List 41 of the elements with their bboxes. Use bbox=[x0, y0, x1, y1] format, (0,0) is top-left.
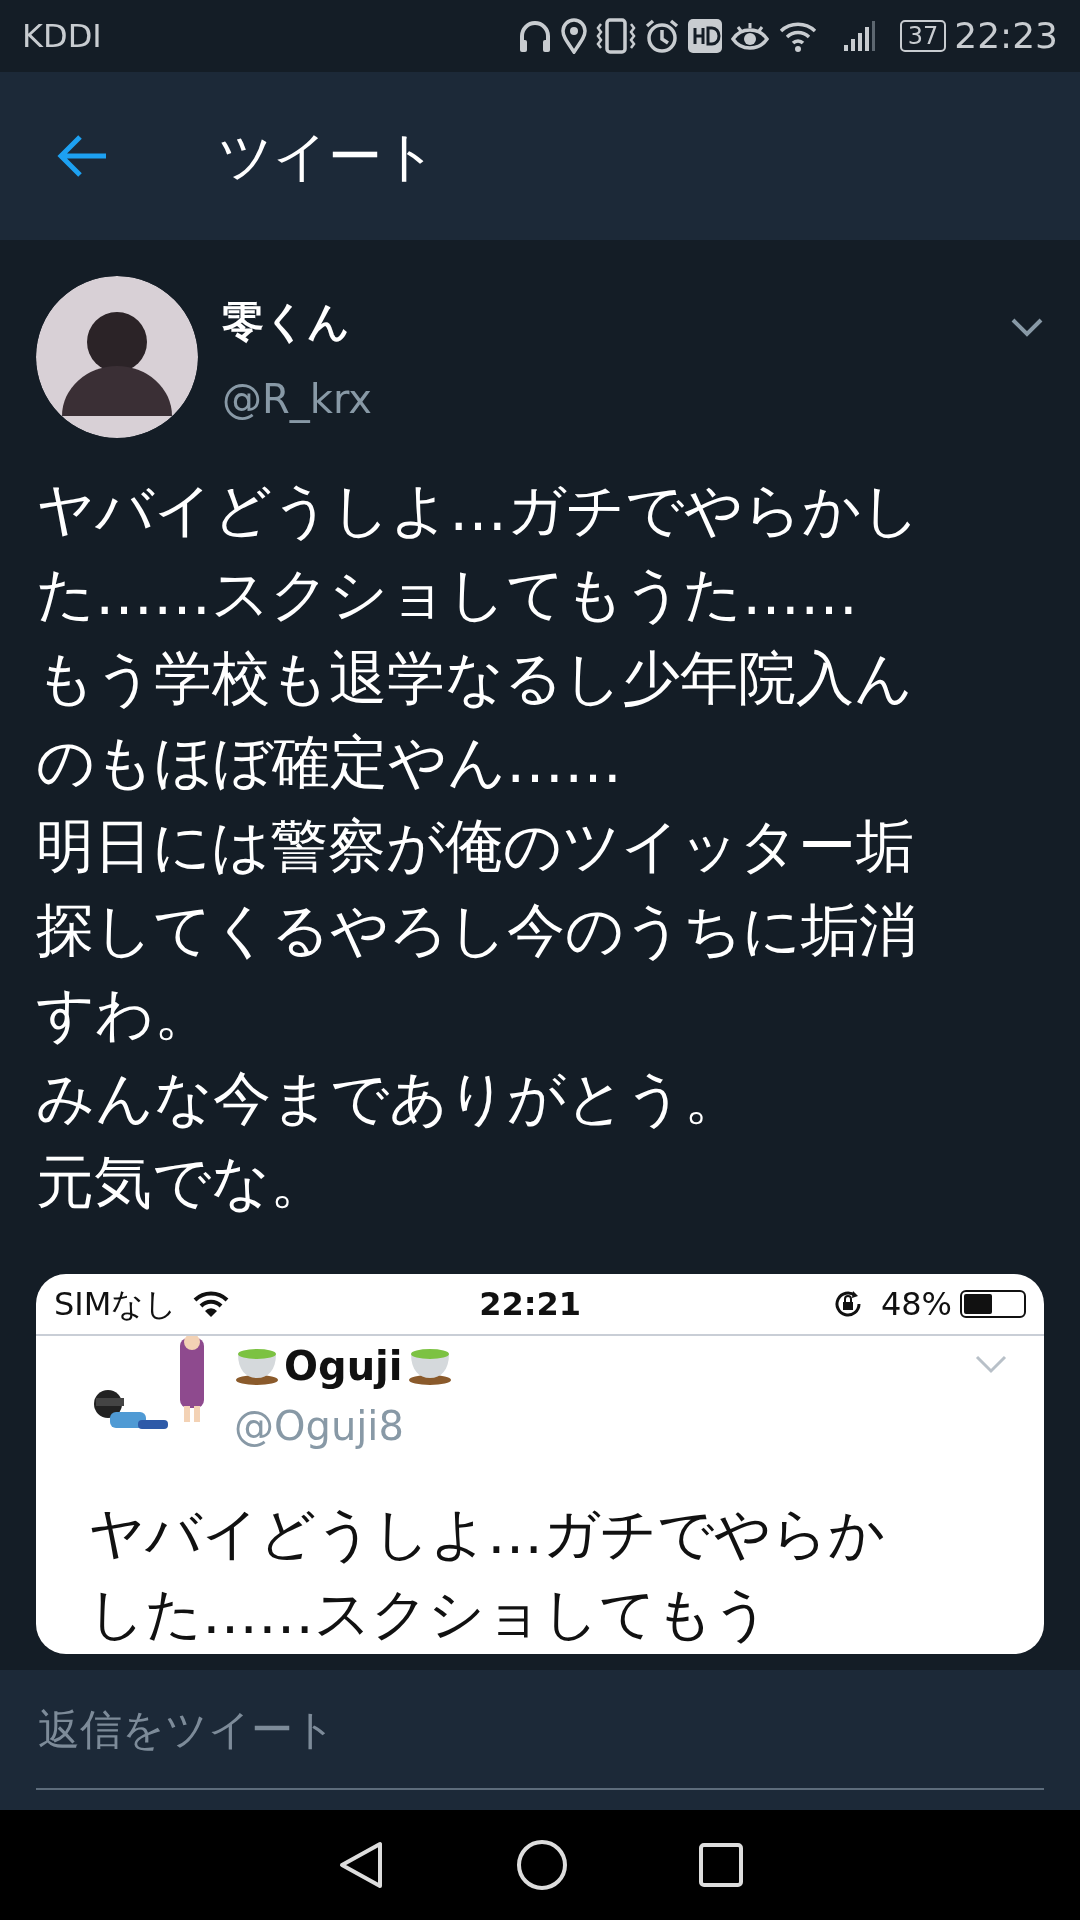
signal-icon bbox=[841, 19, 876, 53]
tweet-text-line: た……スクショしてもうた…… bbox=[36, 559, 859, 630]
location-icon bbox=[559, 18, 588, 54]
headphones-icon bbox=[517, 18, 552, 54]
carrier-name: KDDI bbox=[22, 16, 102, 57]
chevron-down-icon[interactable] bbox=[1010, 316, 1044, 338]
tea-bowl-icon bbox=[234, 1346, 280, 1386]
wifi-icon bbox=[193, 1290, 230, 1318]
battery-indicator: 37 bbox=[899, 20, 947, 52]
vibrate-icon bbox=[595, 18, 636, 54]
tweet-text-line: した……スクショしてもう bbox=[88, 1580, 771, 1648]
back-arrow-icon[interactable] bbox=[56, 134, 108, 178]
home-icon[interactable] bbox=[516, 1839, 568, 1891]
clock-time: 22:21 bbox=[479, 1284, 582, 1325]
tweet-text-line: 明日には警察が俺のツイッター垢 bbox=[36, 811, 915, 882]
reply-field[interactable]: 返信をツイート bbox=[36, 1670, 1044, 1790]
alarm-icon bbox=[643, 18, 680, 54]
reply-bar[interactable]: 返信をツイート bbox=[0, 1670, 1080, 1810]
battery-icon bbox=[960, 1290, 1026, 1318]
screen-title: ツイート bbox=[218, 123, 437, 190]
clock-time: 22:23 bbox=[954, 14, 1058, 58]
tea-bowl-icon bbox=[406, 1346, 453, 1386]
tweet-text-line: ヤバイどうしよ…ガチでやらか bbox=[88, 1500, 886, 1568]
tweet-text-line: のもほぼ確定やん…… bbox=[36, 727, 623, 798]
display-name: Oguji bbox=[284, 1342, 403, 1391]
carrier-name: SIMなし bbox=[54, 1284, 178, 1325]
user-handle: @R_krx bbox=[222, 375, 373, 425]
tweet-text-line: すわ。 bbox=[36, 979, 213, 1050]
battery-percent: 48% bbox=[880, 1284, 952, 1325]
hd-icon bbox=[687, 19, 722, 53]
chevron-down-icon bbox=[974, 1354, 1008, 1374]
recent-apps-icon[interactable] bbox=[698, 1842, 744, 1888]
user-avatar[interactable] bbox=[36, 276, 198, 438]
user-handle: @Oguji8 bbox=[234, 1402, 405, 1451]
tweet-text-line: もう学校も退学なるし少年院入ん bbox=[36, 643, 914, 714]
tweet-text-line: みんな今までありがとう。 bbox=[36, 1063, 743, 1134]
tweet-text-line: 元気でな。 bbox=[36, 1147, 329, 1218]
tweet-text-line: ヤバイどうしよ…ガチでやらかし bbox=[36, 475, 921, 546]
attached-screenshot[interactable]: SIMなし 22:21 48% Oguji @Oguji8 ヤバイどうしよ…ガチでやらか した……スクショしてもう bbox=[36, 1274, 1044, 1654]
display-name: 零くん bbox=[222, 296, 351, 348]
tweet-text-line: 探してくるやろし今のうちに垢消 bbox=[36, 895, 918, 966]
